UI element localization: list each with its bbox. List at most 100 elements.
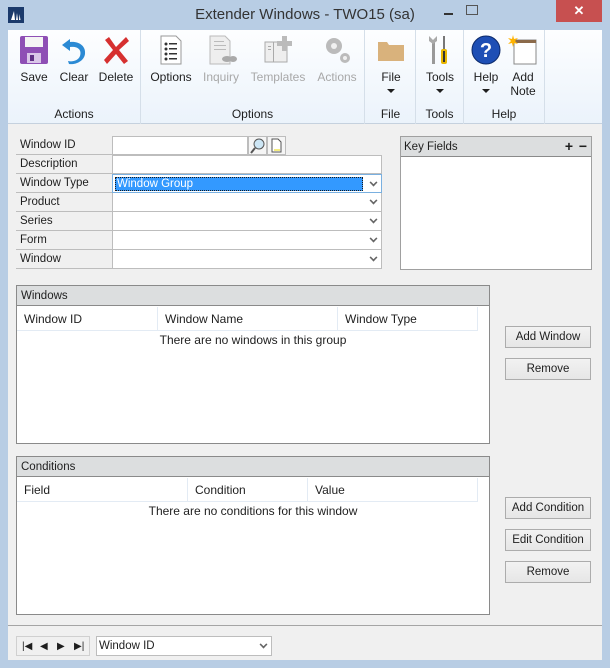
inquiry-icon [205,34,237,66]
svg-text:?: ? [480,40,492,62]
windows-panel-header: Windows [17,286,489,306]
close-button[interactable]: ✕ [556,0,602,22]
window-type-select[interactable]: Window Group [112,174,382,193]
window-label: Window [16,250,112,269]
window-title: Extender Windows - TWO15 (sa) [195,6,415,23]
tools-icon [424,34,456,66]
ribbon-group-label: File [380,107,401,121]
add-note-label: Add Note [510,70,536,98]
status-bar: |◀ ◀ ▶ ▶| Window ID [8,625,602,660]
add-note-icon [507,34,539,66]
window-id-input[interactable] [112,136,248,155]
product-select[interactable] [112,193,382,212]
remove-condition-button[interactable]: Remove [505,561,591,583]
templates-icon [262,34,294,66]
help-icon: ? [470,34,502,66]
form-row: Form [16,231,382,250]
product-row: Product [16,193,382,212]
delete-label: Delete [98,70,134,84]
first-record-icon[interactable]: |◀ [22,641,32,653]
description-label: Description [16,155,112,174]
chevron-down-icon [369,234,378,243]
add-window-button[interactable]: Add Window [505,326,591,348]
delete-button[interactable]: Delete [94,34,138,84]
options-icon [155,34,187,66]
ribbon-group-label: Tools [425,107,454,121]
column-header-window-id[interactable]: Window ID [17,307,158,331]
sort-by-select[interactable]: Window ID [96,636,272,656]
conditions-panel-header: Conditions [17,457,489,477]
chevron-down-icon [369,253,378,262]
window-row: Window [16,250,382,269]
add-note-button[interactable]: Add Note [504,34,542,98]
maximize-button[interactable] [458,0,484,22]
column-header-condition[interactable]: Condition [188,478,308,502]
ribbon-group-label: Options [231,107,274,121]
help-button[interactable]: ? Help [468,34,504,93]
dropdown-caret-icon [436,89,444,93]
ribbon-group-label: Help [491,107,517,121]
templates-label: Templates [250,70,306,84]
inquiry-button[interactable]: Inquiry [199,34,243,84]
ribbon-group-label: Actions [54,107,94,121]
window-type-row: Window Type Window Group [16,174,382,193]
window-select[interactable] [112,250,382,269]
new-document-icon [271,138,282,153]
column-header-field[interactable]: Field [17,478,188,502]
key-fields-title: Key Fields [404,141,458,153]
save-label: Save [20,70,48,84]
previous-record-icon[interactable]: ◀ [40,641,48,653]
templates-button[interactable]: Templates [247,34,309,84]
window-client: Save Clear Delete Actions Options Inquir… [8,30,602,660]
next-record-icon[interactable]: ▶ [57,641,65,653]
product-label: Product [16,193,112,212]
dropdown-caret-icon [387,89,395,93]
description-input[interactable] [112,155,382,174]
window-type-value: Window Group [115,177,363,191]
save-button[interactable]: Save [12,34,56,84]
tools-button[interactable]: Tools [420,34,460,93]
edit-condition-button[interactable]: Edit Condition [505,529,591,551]
ribbon-group-actions: Save Clear Delete Actions [8,30,141,124]
ribbon-group-options: Options Inquiry Templates Actions Option… [141,30,365,124]
series-label: Series [16,212,112,231]
series-select[interactable] [112,212,382,231]
key-fields-panel: Key Fields + − [400,136,592,270]
chevron-down-icon [369,178,378,187]
clear-button[interactable]: Clear [54,34,94,84]
clear-label: Clear [59,70,89,84]
folder-icon [375,34,407,66]
delete-icon [100,34,132,66]
form-select[interactable] [112,231,382,250]
file-button[interactable]: File [371,34,411,93]
tools-label: Tools [425,70,454,84]
lookup-button[interactable] [248,136,267,155]
windows-panel: Windows Window ID Window Name Window Typ… [16,285,490,444]
inquiry-label: Inquiry [202,70,240,84]
window-id-label: Window ID [16,136,112,155]
options-label: Options [150,70,192,84]
window-id-row: Window ID [16,136,382,155]
add-condition-button[interactable]: Add Condition [505,497,591,519]
window-type-label: Window Type [16,174,112,193]
form-label: Form [16,231,112,250]
chevron-down-icon [369,196,378,205]
chevron-down-icon [259,640,268,649]
actions-icon [321,34,353,66]
last-record-icon[interactable]: ▶| [74,641,84,653]
chevron-down-icon [369,215,378,224]
column-header-window-name[interactable]: Window Name [158,307,338,331]
remove-window-button[interactable]: Remove [505,358,591,380]
sort-by-value: Window ID [99,640,155,652]
title-bar: Extender Windows - TWO15 (sa) ✕ [0,0,610,30]
ribbon: Save Clear Delete Actions Options Inquir… [8,30,602,124]
help-label: Help [473,70,499,84]
remove-key-field-button[interactable]: − [579,137,587,156]
column-header-window-type[interactable]: Window Type [338,307,478,331]
new-document-button[interactable] [267,136,286,155]
column-header-value[interactable]: Value [308,478,478,502]
options-button[interactable]: Options [145,34,197,84]
add-key-field-button[interactable]: + [565,137,573,156]
actions-button[interactable]: Actions [313,34,361,84]
description-row: Description [16,155,382,174]
